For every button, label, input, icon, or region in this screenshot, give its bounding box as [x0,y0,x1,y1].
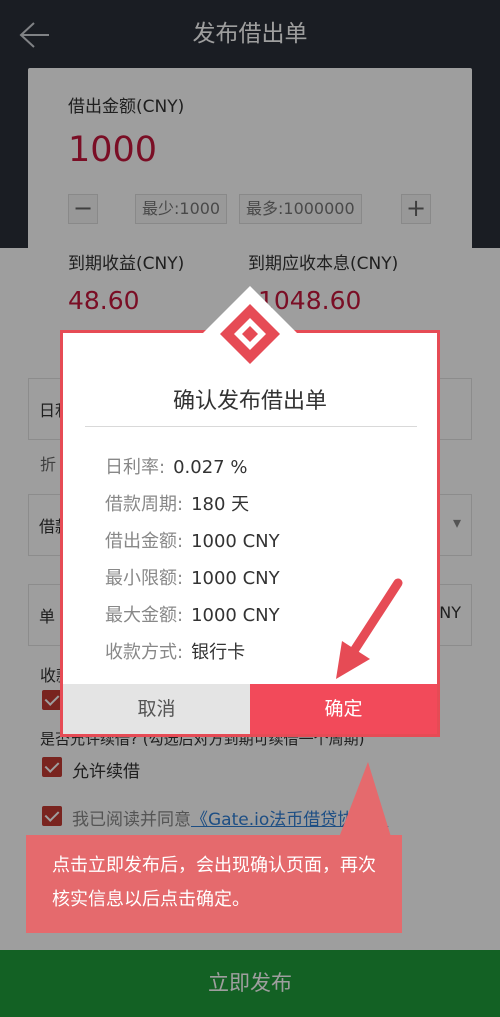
cancel-button[interactable]: 取消 [63,684,250,734]
row-label: 借出金额: [105,531,184,552]
dialog-row-receive-method: 收款方式: 银行卡 [105,638,245,664]
row-value: 0.027 % [173,457,248,478]
dialog-row-daily-rate: 日利率: 0.027 % [105,453,247,479]
annotation-text: 点击立即发布后，会出现确认页面，再次核实信息以后点击确定。 [52,855,376,910]
row-label: 收款方式: [105,642,184,663]
row-value: 1000 CNY [191,605,280,626]
dialog-row-min: 最小限额: 1000 CNY [105,564,280,590]
dialog-row-period: 借款周期: 180 天 [105,490,249,516]
annotation-callout: 点击立即发布后，会出现确认页面，再次核实信息以后点击确定。 [26,835,402,933]
pointer-arrow-icon [336,578,403,679]
row-value: 1000 CNY [191,531,280,552]
row-value: 180 天 [191,494,250,515]
row-label: 日利率: [105,457,166,478]
row-value: 银行卡 [191,642,246,663]
row-label: 最小限额: [105,568,184,589]
dialog-divider [85,426,417,427]
callout-tail [338,762,392,840]
dialog-row-amount: 借出金额: 1000 CNY [105,527,280,553]
row-label: 借款周期: [105,494,184,515]
gate-logo-icon [202,286,298,382]
dialog-row-max: 最大金额: 1000 CNY [105,601,280,627]
row-label: 最大金额: [105,605,184,626]
confirm-button[interactable]: 确定 [250,684,437,734]
row-value: 1000 CNY [191,568,280,589]
dialog-title: 确认发布借出单 [172,389,327,414]
